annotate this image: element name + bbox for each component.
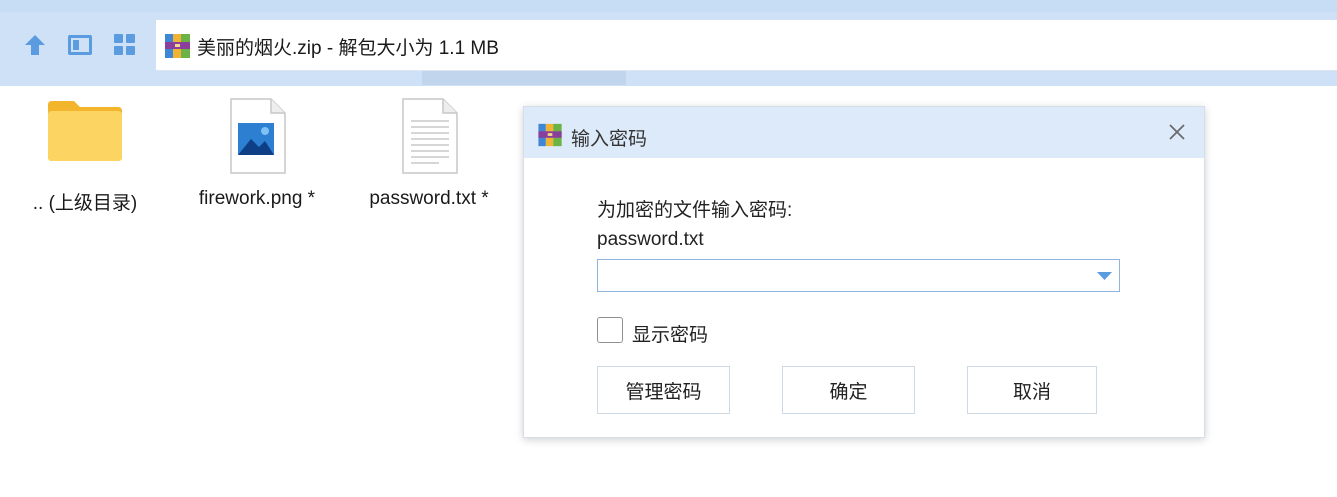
password-dialog: 输入密码 为加密的文件输入密码: password.txt 显示密码 管理密码 … bbox=[523, 106, 1205, 438]
text-file-icon bbox=[402, 98, 458, 174]
file-name: .. (上级目录) bbox=[32, 193, 138, 214]
manage-passwords-button[interactable]: 管理密码 bbox=[597, 366, 730, 414]
password-combobox[interactable] bbox=[597, 259, 1120, 292]
close-icon bbox=[1169, 124, 1185, 140]
show-password-checkbox[interactable] bbox=[597, 317, 623, 343]
cancel-button[interactable]: 取消 bbox=[967, 366, 1097, 414]
file-name: password.txt * bbox=[369, 188, 489, 209]
file-name: firework.png * bbox=[198, 188, 316, 209]
close-button[interactable] bbox=[1164, 119, 1190, 145]
address-text: 美丽的烟火.zip - 解包大小为 1.1 MB bbox=[197, 38, 499, 59]
show-password-label[interactable]: 显示密码 bbox=[632, 320, 708, 347]
password-input[interactable] bbox=[602, 260, 1086, 292]
view-icon bbox=[68, 35, 92, 55]
list-item[interactable]: firework.png * bbox=[182, 97, 332, 210]
up-button[interactable] bbox=[20, 30, 50, 60]
winrar-archive-icon bbox=[165, 34, 190, 58]
chevron-down-icon[interactable] bbox=[1097, 272, 1112, 281]
winrar-archive-icon bbox=[538, 123, 562, 147]
toolbar-top-strip bbox=[0, 0, 1337, 12]
view-mode-button[interactable] bbox=[65, 30, 95, 60]
grid-view-button[interactable] bbox=[110, 30, 140, 60]
list-item[interactable]: .. (上级目录) bbox=[10, 97, 160, 215]
encrypted-file-name: password.txt bbox=[597, 229, 704, 250]
up-arrow-icon bbox=[25, 35, 45, 55]
dialog-title: 输入密码 bbox=[571, 129, 648, 150]
dialog-titlebar[interactable]: 输入密码 bbox=[524, 107, 1204, 158]
prompt-label: 为加密的文件输入密码: bbox=[597, 200, 793, 221]
tab-indicator bbox=[422, 71, 626, 85]
grid-icon bbox=[114, 34, 135, 55]
list-item[interactable]: password.txt * bbox=[354, 97, 504, 210]
ok-button[interactable]: 确定 bbox=[782, 366, 915, 414]
image-file-icon bbox=[230, 98, 286, 174]
address-bar[interactable]: 美丽的烟火.zip - 解包大小为 1.1 MB bbox=[156, 20, 1337, 71]
toolbar: 美丽的烟火.zip - 解包大小为 1.1 MB bbox=[0, 0, 1337, 86]
folder-icon bbox=[48, 101, 122, 161]
